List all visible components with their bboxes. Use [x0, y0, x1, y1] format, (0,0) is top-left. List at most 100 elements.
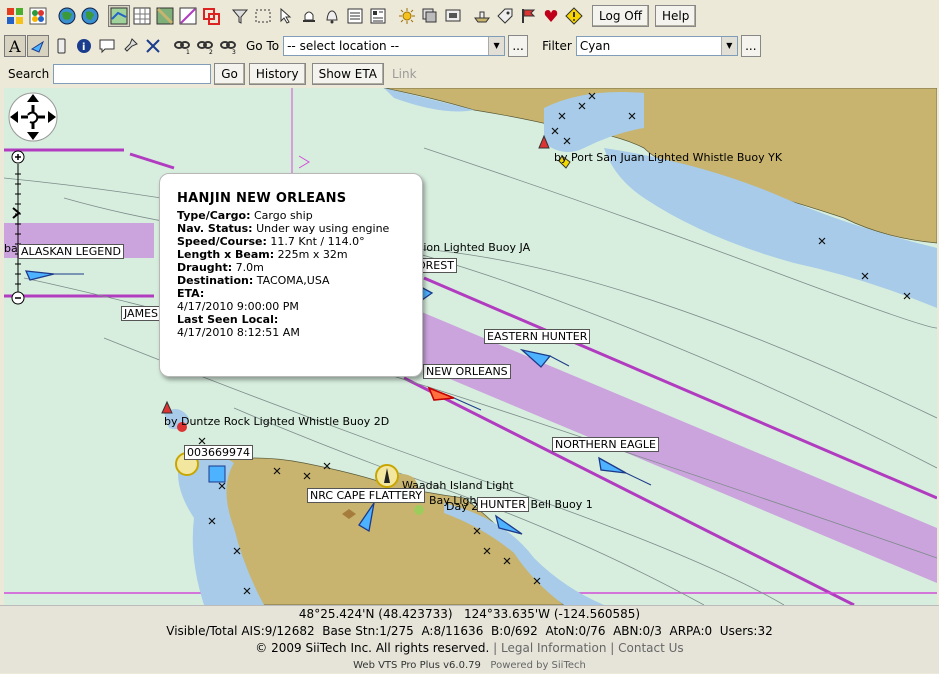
display-icon[interactable]: [442, 5, 464, 27]
popup-type-row: Type/Cargo: Cargo ship: [177, 209, 313, 222]
vessel-new-orleans[interactable]: NEW ORLEANS: [423, 364, 511, 379]
overlay-layer-icon[interactable]: [200, 5, 222, 27]
filter-select-value: Cyan: [579, 38, 611, 53]
buoy-2d-icon: [161, 400, 173, 414]
base-station-icon: [208, 465, 226, 483]
vessel-nrc-cape-flattery[interactable]: NRC CAPE FLATTERY: [307, 488, 426, 503]
bell-icon[interactable]: [321, 5, 343, 27]
heart-icon[interactable]: [540, 5, 562, 27]
svg-text:A: A: [8, 37, 21, 55]
map-toolbar: A i 1 2 3 Go To -- select location -- ▼ .…: [0, 32, 939, 59]
sun-icon[interactable]: [396, 5, 418, 27]
select-box-icon[interactable]: [252, 5, 274, 27]
powered-by-text: Powered by SiiTech: [490, 660, 586, 671]
label-buoy-ja: tion Lighted Buoy JA: [419, 241, 531, 254]
report-icon[interactable]: [367, 5, 389, 27]
chart-graphics: [4, 88, 937, 605]
label-ba: ba: [4, 242, 18, 255]
history-button[interactable]: History: [248, 62, 306, 85]
vessel-hunter[interactable]: HUNTER: [477, 497, 529, 512]
nautical-chart-map[interactable]: by Port San Juan Lighted Whistle Buoy YK…: [4, 88, 937, 605]
ship-icon[interactable]: [471, 5, 493, 27]
popup-length-row: Length x Beam: 225m x 32m: [177, 248, 348, 261]
comment-icon[interactable]: [96, 35, 118, 57]
phone-icon[interactable]: [50, 35, 72, 57]
status-bar: 48°25.424'N (48.423733) 124°33.635'W (-1…: [0, 605, 939, 673]
popup-draught-row: Draught: 7.0m: [177, 261, 264, 274]
chain-2-icon[interactable]: 2: [194, 35, 216, 57]
warning-icon[interactable]: [563, 5, 585, 27]
vessel-info-popup: HANJIN NEW ORLEANS Type/Cargo: Cargo shi…: [159, 173, 423, 377]
vessel-tool-icon[interactable]: [27, 34, 49, 57]
svg-text:2: 2: [209, 49, 213, 55]
label-buoy-yk: by Port San Juan Lighted Whistle Buoy YK: [554, 151, 783, 164]
chevron-down-icon[interactable]: ▼: [720, 36, 737, 55]
search-bar: Search Go History Show ETA Link: [0, 61, 939, 86]
chain-3-icon[interactable]: 3: [217, 35, 239, 57]
filter-select[interactable]: Cyan ▼: [575, 35, 738, 56]
zoom-control[interactable]: [11, 150, 25, 306]
goto-more-button[interactable]: ...: [508, 34, 529, 57]
svg-text:1: 1: [186, 49, 190, 55]
alarm-icon[interactable]: [298, 5, 320, 27]
pin-icon[interactable]: [119, 35, 141, 57]
popup-last-seen-value: 4/17/2010 8:12:51 AM: [177, 326, 300, 339]
cursor-coordinates: 48°25.424'N (48.423733) 124°33.635'W (-1…: [298, 607, 641, 621]
label-buoy-2d: by Duntze Rock Lighted Whistle Buoy 2D: [164, 415, 390, 428]
satellite-layer-icon[interactable]: [154, 5, 176, 27]
vessel-james[interactable]: JAMES: [121, 306, 161, 321]
chain-1-icon[interactable]: 1: [171, 35, 193, 57]
goto-select-value: -- select location --: [287, 38, 400, 53]
popup-last-seen-label: Last Seen Local:: [177, 313, 279, 326]
main-toolbar: Log Off Help: [0, 0, 939, 32]
goto-select[interactable]: -- select location -- ▼: [283, 35, 506, 56]
search-input[interactable]: [53, 63, 212, 84]
filter-label: Filter: [542, 38, 572, 53]
buoy-green-icon: [414, 505, 424, 515]
popup-destination-row: Destination: TACOMA,USA: [177, 274, 330, 287]
pointer-icon[interactable]: [275, 5, 297, 27]
vessel-northern-eagle[interactable]: NORTHERN EAGLE: [552, 437, 659, 452]
svg-text:i: i: [82, 42, 85, 53]
link-button[interactable]: Link: [392, 67, 417, 81]
vessel-mmsi-003669974[interactable]: 003669974: [184, 445, 253, 460]
layers-icon[interactable]: [419, 5, 441, 27]
chevron-down-icon[interactable]: ▼: [488, 36, 505, 55]
contact-us-link[interactable]: Contact Us: [618, 641, 684, 655]
pan-control[interactable]: [6, 90, 60, 144]
apps-icon[interactable]: [27, 5, 49, 27]
filter-icon[interactable]: [229, 5, 251, 27]
grid-layer-icon[interactable]: [131, 5, 153, 27]
tag-icon[interactable]: [494, 5, 516, 27]
windows-icon[interactable]: [4, 5, 26, 27]
ais-counts: Visible/Total AIS:9/12682 Base Stn:1/275…: [166, 624, 773, 638]
version-text: Web VTS Pro Plus v6.0.79: [353, 660, 481, 671]
go-button[interactable]: Go: [214, 62, 245, 85]
svg-text:3: 3: [232, 49, 236, 55]
legal-information-link[interactable]: Legal Information: [501, 641, 606, 655]
popup-nav-row: Nav. Status: Under way using engine: [177, 222, 390, 235]
popup-speed-row: Speed/Course: 11.7 Knt / 114.0°: [177, 235, 365, 248]
goto-label: Go To: [246, 38, 280, 53]
copyright-text: © 2009 SiiTech Inc. All rights reserved.: [255, 641, 490, 655]
log-off-button[interactable]: Log Off: [592, 5, 649, 27]
label-day-2: Day 2: [446, 500, 479, 513]
chart-layer-icon[interactable]: [108, 5, 130, 27]
popup-eta-value: 4/17/2010 9:00:00 PM: [177, 300, 299, 313]
flag-icon[interactable]: [517, 5, 539, 27]
popup-eta-label: ETA:: [177, 287, 205, 300]
vessel-alaskan-legend[interactable]: ALASKAN LEGEND: [18, 244, 124, 259]
help-button[interactable]: Help: [654, 5, 697, 27]
filter-more-button[interactable]: ...: [740, 34, 761, 57]
popup-title: HANJIN NEW ORLEANS: [177, 191, 347, 206]
globe-1-icon[interactable]: [56, 5, 78, 27]
vessel-eastern-hunter[interactable]: EASTERN HUNTER: [484, 329, 591, 344]
globe-2-icon[interactable]: [79, 5, 101, 27]
text-tool-icon[interactable]: A: [4, 34, 26, 57]
version-line: Web VTS Pro Plus v6.0.79 Powered by SiiT…: [0, 657, 939, 674]
route-layer-icon[interactable]: [177, 5, 199, 27]
list-icon[interactable]: [344, 5, 366, 27]
info-icon[interactable]: i: [73, 35, 95, 57]
close-icon[interactable]: [142, 35, 164, 57]
show-eta-button[interactable]: Show ETA: [311, 62, 384, 85]
